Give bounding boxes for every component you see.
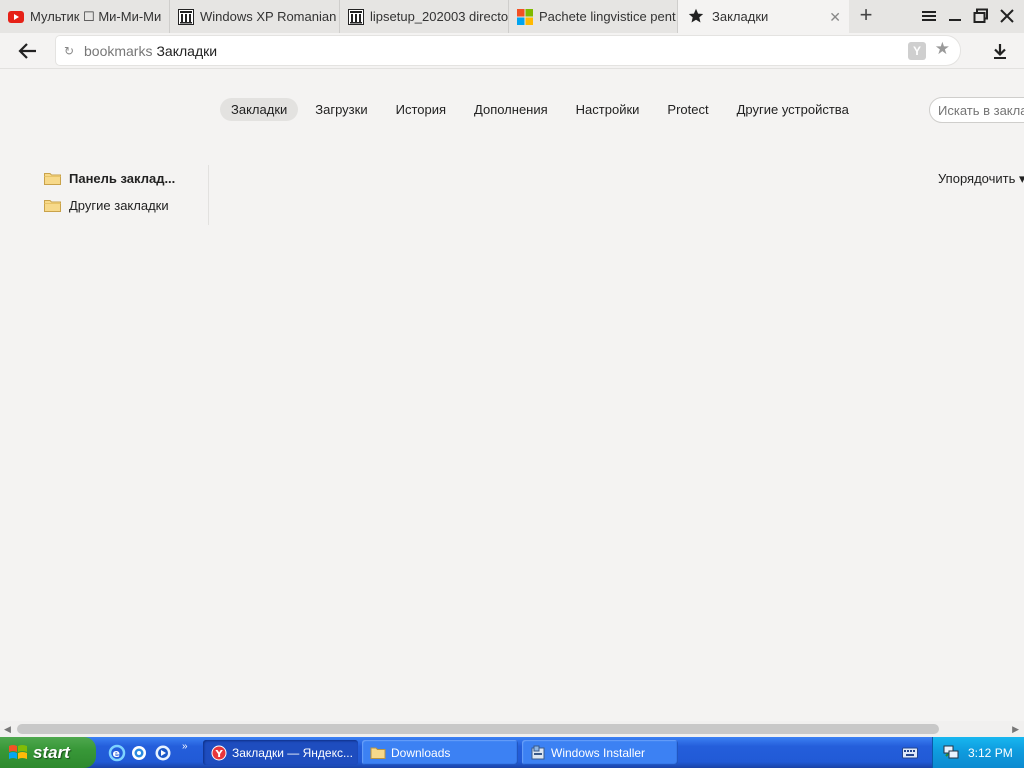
reload-icon[interactable]: ↻ (64, 44, 74, 58)
taskbar: start e » Y Закладки — Яндекс... Downloa… (0, 737, 1024, 768)
tab-title: Закладки (712, 9, 769, 24)
bookmarks-search-input[interactable] (929, 97, 1024, 123)
tab-windows-xp-romanian[interactable]: Windows XP Romanian (170, 0, 340, 33)
start-button[interactable]: start (0, 737, 96, 768)
task-label: Закладки — Яндекс... (232, 745, 353, 760)
bookmark-star-icon[interactable]: ★ (935, 39, 950, 59)
tab-title: lipsetup_202003 directo (370, 9, 508, 24)
close-window-icon[interactable] (998, 7, 1016, 25)
url-host: bookmarks (84, 43, 153, 59)
tab-title: Pachete lingvistice pent (539, 9, 676, 24)
tab-lipsetup[interactable]: lipsetup_202003 directo (340, 0, 509, 33)
taskbar-task-windows-installer[interactable]: Windows Installer (522, 740, 678, 765)
media-player-icon[interactable] (154, 744, 172, 762)
svg-text:Y: Y (215, 749, 224, 760)
outlook-express-icon[interactable] (130, 744, 148, 762)
folders-sidebar: Панель заклад... Другие закладки (44, 165, 209, 225)
address-bar: ↻ bookmarks Закладки Y ★ (0, 33, 1024, 69)
nav-other-devices[interactable]: Другие устройства (726, 98, 860, 121)
tab-strip: Мультик ☐ Ми-Ми-Ми Windows XP Romanian l… (0, 0, 1024, 33)
task-label: Downloads (391, 745, 451, 760)
system-tray: 3:12 PM (932, 737, 1024, 768)
download-icon[interactable] (990, 41, 1010, 61)
star-icon (688, 8, 704, 24)
internet-explorer-icon[interactable]: e (108, 744, 126, 762)
nav-settings[interactable]: Настройки (565, 98, 651, 121)
new-tab-button[interactable]: + (854, 4, 878, 28)
tab-title: Мультик ☐ Ми-Ми-Ми (30, 8, 162, 24)
folder-other-bookmarks[interactable]: Другие закладки (44, 192, 208, 219)
nav-bookmarks[interactable]: Закладки (220, 97, 299, 121)
sort-button[interactable]: Упорядочить ▾ (938, 171, 1024, 187)
tab-bookmarks-active[interactable]: Закладки ✕ (678, 0, 849, 33)
keyboard-icon[interactable] (902, 746, 918, 760)
minimize-icon[interactable] (946, 7, 964, 25)
windows-logo-icon (9, 744, 27, 759)
scrollbar-thumb[interactable] (17, 724, 939, 734)
start-label: start (33, 742, 70, 762)
close-tab-icon[interactable]: ✕ (829, 9, 841, 26)
omnibox-text[interactable]: bookmarks Закладки (84, 43, 217, 59)
folder-label: Другие закладки (69, 198, 169, 213)
tab-pachete-lingvistice[interactable]: Pachete lingvistice pent (509, 0, 678, 33)
omnibox[interactable]: ↻ bookmarks Закладки Y ★ (56, 36, 960, 65)
nav-extensions[interactable]: Дополнения (463, 98, 559, 121)
youtube-icon (8, 9, 24, 25)
yandex-browser-icon: Y (211, 745, 227, 760)
tab-mimimi[interactable]: Мультик ☐ Ми-Ми-Ми (0, 0, 170, 33)
taskbar-task-downloads[interactable]: Downloads (362, 740, 518, 765)
nav-protect[interactable]: Protect (656, 98, 719, 121)
clock: 3:12 PM (968, 746, 1013, 760)
bookmarks-nav: Закладки Загрузки История Дополнения Нас… (220, 97, 866, 121)
restore-icon[interactable] (972, 7, 990, 25)
network-icon[interactable] (943, 744, 959, 760)
scroll-left-icon[interactable]: ◀ (4, 724, 11, 735)
quicklaunch-more-icon[interactable]: » (182, 741, 188, 752)
microsoft-icon (517, 8, 533, 25)
svg-text:e: e (113, 747, 120, 760)
folder-bookmarks-bar[interactable]: Панель заклад... (44, 165, 208, 192)
scroll-right-icon[interactable]: ▶ (1012, 724, 1019, 735)
tab-title: Windows XP Romanian (200, 9, 337, 24)
folder-icon (370, 747, 386, 759)
folder-icon (44, 173, 61, 185)
installer-icon (531, 745, 545, 759)
yandex-icon[interactable]: Y (908, 42, 926, 60)
task-label: Windows Installer (551, 745, 646, 760)
menu-icon[interactable] (920, 7, 938, 25)
url-page-title: Закладки (156, 43, 218, 59)
taskbar-task-yandex[interactable]: Y Закладки — Яндекс... (203, 740, 358, 765)
archive-icon (178, 8, 194, 25)
back-arrow-icon[interactable] (16, 40, 40, 62)
nav-downloads[interactable]: Загрузки (304, 98, 378, 121)
archive-icon (348, 8, 364, 25)
horizontal-scrollbar[interactable]: ◀ ▶ (0, 721, 1024, 737)
nav-history[interactable]: История (385, 98, 457, 121)
folder-icon (44, 200, 61, 212)
folder-label: Панель заклад... (69, 171, 176, 186)
